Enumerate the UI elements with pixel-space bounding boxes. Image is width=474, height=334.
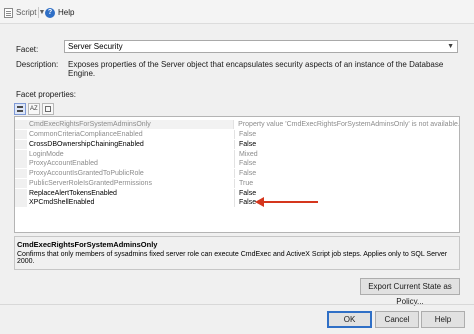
property-name: ProxyAccountEnabled: [27, 159, 235, 168]
property-row[interactable]: CrossDBOwnershipChainingEnabled False: [15, 140, 459, 149]
row-gutter: [15, 140, 27, 149]
row-gutter: [15, 130, 27, 139]
toolbar-separator: [38, 7, 39, 18]
property-value: False: [239, 131, 257, 138]
property-value: False: [239, 170, 257, 177]
footer-divider: [0, 304, 474, 305]
property-name: ProxyAccountIsGrantedToPublicRole: [27, 169, 235, 178]
chevron-down-icon[interactable]: ▼: [447, 41, 454, 52]
categorized-icon: [17, 106, 23, 112]
property-pages-button[interactable]: [42, 103, 54, 115]
help-label: Help: [58, 8, 75, 17]
alphabetical-icon: AZ: [30, 106, 38, 112]
property-name: CommonCriteriaComplianceEnabled: [27, 130, 235, 139]
row-gutter: [15, 189, 27, 198]
property-row[interactable]: PublicServerRoleIsGrantedPermissions Tru…: [15, 179, 459, 188]
description-text: Exposes properties of the Server object …: [68, 60, 444, 78]
ok-button[interactable]: OK: [327, 311, 372, 328]
annotation-arrow-line: [262, 201, 318, 203]
description-label: Description:: [16, 60, 59, 69]
row-gutter: [15, 179, 27, 188]
property-row[interactable]: ReplaceAlertTokensEnabled False: [15, 189, 459, 198]
property-grid-toolbar: AZ: [14, 103, 54, 116]
property-name: LoginMode: [27, 150, 235, 159]
script-button[interactable]: Script ▼: [4, 6, 45, 19]
toolbar: Script ▼ ? Help: [0, 0, 474, 24]
property-description-text: Confirms that only members of sysadmins …: [17, 251, 448, 265]
property-name: ReplaceAlertTokensEnabled: [27, 189, 235, 198]
property-row[interactable]: CmdExecRightsForSystemAdminsOnly Propert…: [15, 120, 459, 129]
property-value[interactable]: False: [235, 140, 256, 149]
property-description-panel: CmdExecRightsForSystemAdminsOnly Confirm…: [14, 236, 460, 270]
property-row[interactable]: CommonCriteriaComplianceEnabled False: [15, 130, 459, 139]
property-name: PublicServerRoleIsGrantedPermissions: [27, 179, 235, 188]
script-label: Script: [16, 8, 37, 17]
facet-dropdown[interactable]: Server Security ▼: [64, 40, 458, 53]
help-button[interactable]: Help: [421, 311, 465, 328]
property-name: CrossDBOwnershipChainingEnabled: [27, 140, 235, 149]
property-row[interactable]: XPCmdShellEnabled False: [15, 198, 459, 207]
property-value: True: [239, 180, 254, 187]
property-value: Mixed: [239, 151, 258, 158]
property-description-title: CmdExecRightsForSystemAdminsOnly: [17, 240, 158, 249]
property-value[interactable]: False: [235, 198, 256, 207]
help-icon: ?: [45, 7, 55, 18]
property-value: Property value 'CmdExecRightsForSystemAd…: [238, 121, 459, 128]
property-value[interactable]: False: [235, 189, 256, 198]
help-toolbar-button[interactable]: ? Help: [45, 6, 74, 19]
property-row[interactable]: LoginMode Mixed: [15, 150, 459, 159]
property-grid: CmdExecRightsForSystemAdminsOnly Propert…: [14, 116, 460, 233]
property-value: False: [239, 160, 257, 167]
facet-label: Facet:: [16, 45, 39, 54]
row-gutter: [15, 120, 27, 129]
cancel-button[interactable]: Cancel: [375, 311, 419, 328]
script-icon: [4, 7, 13, 18]
categorized-view-button[interactable]: [14, 103, 26, 115]
row-gutter: [15, 150, 27, 159]
facet-properties-label: Facet properties:: [16, 90, 77, 99]
row-gutter: [15, 198, 27, 207]
property-name: XPCmdShellEnabled: [27, 198, 235, 207]
property-pages-icon: [45, 106, 51, 112]
row-gutter: [15, 169, 27, 178]
annotation-arrow-icon: [255, 197, 264, 207]
property-row[interactable]: ProxyAccountIsGrantedToPublicRole False: [15, 169, 459, 178]
property-row[interactable]: ProxyAccountEnabled False: [15, 159, 459, 168]
export-policy-button[interactable]: Export Current State as Policy...: [360, 278, 460, 306]
row-gutter: [15, 159, 27, 168]
facet-selected-value: Server Security: [68, 42, 123, 51]
alphabetical-view-button[interactable]: AZ: [28, 103, 40, 115]
property-name: CmdExecRightsForSystemAdminsOnly: [26, 120, 235, 129]
